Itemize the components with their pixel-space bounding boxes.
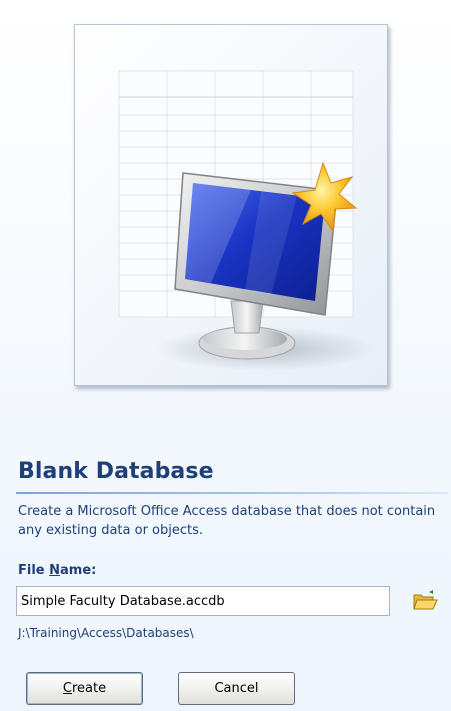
template-description: Create a Microsoft Office Access databas… [18,504,436,538]
title-divider [16,492,448,494]
template-preview-card [74,24,388,386]
folder-open-icon [413,590,438,610]
cancel-button[interactable]: Cancel [178,672,295,705]
browse-folder-button[interactable] [411,588,439,614]
blank-database-pane: Blank Database Create a Microsoft Office… [0,0,451,711]
blank-database-monitor-icon [118,70,375,371]
create-button[interactable]: Create [26,672,143,705]
file-name-input[interactable] [16,586,390,616]
file-name-label: File Name: [18,563,97,578]
save-location-path: J:\Training\Access\Databases\ [18,626,194,640]
template-title: Blank Database [18,459,214,484]
